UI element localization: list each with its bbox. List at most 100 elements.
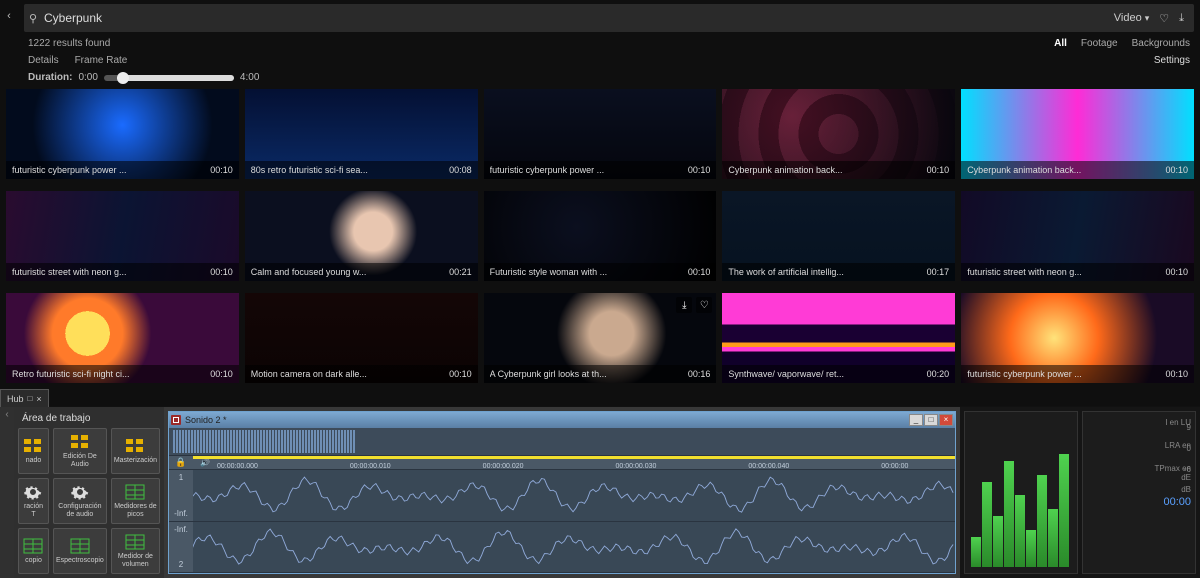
- result-card[interactable]: 80s retro futuristic sci-fi sea... 00:08: [245, 89, 478, 179]
- result-card[interactable]: Synthwave/ vaporwave/ ret...00:20: [722, 293, 955, 383]
- card-caption: Motion camera on dark alle...00:10: [245, 365, 478, 383]
- card-caption: 80s retro futuristic sci-fi sea... 00:08: [245, 161, 478, 179]
- card-title: futuristic street with neon g...: [12, 267, 127, 277]
- audio-window-titlebar[interactable]: Sonido 2 * _ □ ×: [169, 412, 955, 428]
- card-heart-icon[interactable]: ♡: [696, 297, 712, 313]
- hub-tab[interactable]: Hub □ ×: [0, 389, 49, 407]
- card-duration: 00:10: [210, 165, 233, 175]
- track-1-header[interactable]: 1 -Inf.: [169, 470, 193, 521]
- filter-footage[interactable]: Footage: [1081, 38, 1118, 49]
- search-icon: ⚲: [24, 12, 42, 25]
- settings-link[interactable]: Settings: [1154, 55, 1190, 66]
- card-duration: 00:10: [927, 165, 950, 175]
- meter-bar: [971, 537, 981, 567]
- selection-bar[interactable]: [193, 456, 955, 459]
- card-duration: 00:10: [210, 267, 233, 277]
- meter-bar: [993, 516, 1003, 567]
- speaker-icon[interactable]: 🔊: [193, 458, 217, 467]
- media-type-dropdown[interactable]: Video▾: [1114, 12, 1149, 24]
- workspace-button[interactable]: copio: [18, 528, 49, 574]
- app-badge-icon: [171, 415, 181, 425]
- ruler-tick: 00:00:00: [881, 463, 908, 470]
- workspace-button-label: Masterización: [114, 457, 157, 465]
- ruler-tick: 00:00:00.020: [483, 463, 524, 470]
- result-card[interactable]: futuristic cyberpunk power ... 00:10: [6, 89, 239, 179]
- card-title: futuristic cyberpunk power ...: [12, 165, 127, 175]
- result-card[interactable]: ⤓♡A Cyberpunk girl looks at th...00:16: [484, 293, 717, 383]
- workspace-button-label: Medidores de picos: [114, 503, 157, 518]
- result-card[interactable]: Retro futuristic sci-fi night ci...00:10: [6, 293, 239, 383]
- track-2-header[interactable]: -Inf. 2: [169, 522, 193, 573]
- nav-back-button[interactable]: ‹: [0, 10, 18, 22]
- workspace-title: Área de trabajo: [18, 411, 160, 428]
- tab-framerate[interactable]: Frame Rate: [75, 55, 128, 66]
- duration-slider[interactable]: [104, 75, 234, 81]
- card-title: Calm and focused young w...: [251, 267, 367, 277]
- card-caption: Cyberpunk animation back... 00:10: [961, 161, 1194, 179]
- tab-details[interactable]: Details: [28, 55, 59, 66]
- waveform-overview[interactable]: [169, 428, 955, 456]
- card-caption: The work of artificial intellig...00:17: [722, 263, 955, 281]
- track-1-waveform[interactable]: [193, 470, 955, 521]
- meter-bar: [1059, 454, 1069, 567]
- workspace-button[interactable]: Masterización: [111, 428, 160, 474]
- table-g-icon: [125, 483, 145, 501]
- card-caption: futuristic cyberpunk power ...00:10: [484, 161, 717, 179]
- ruler-tick: 00:00:00.000: [217, 463, 258, 470]
- window-close-button[interactable]: ×: [939, 414, 953, 426]
- filter-all[interactable]: All: [1054, 38, 1067, 49]
- filter-backgrounds[interactable]: Backgrounds: [1132, 38, 1190, 49]
- card-download-icon[interactable]: ⤓: [676, 297, 692, 313]
- track-2-waveform[interactable]: [193, 522, 955, 573]
- card-title: Cyberpunk animation back...: [728, 165, 842, 175]
- card-duration: 00:10: [688, 165, 711, 175]
- download-icon[interactable]: ⤓: [1179, 12, 1184, 25]
- workspace-button-label: copio: [25, 557, 42, 565]
- search-input[interactable]: [42, 7, 1104, 29]
- result-card[interactable]: Cyberpunk animation back... 00:10: [722, 89, 955, 179]
- result-card[interactable]: Calm and focused young w...00:21: [245, 191, 478, 281]
- card-title: 80s retro futuristic sci-fi sea...: [251, 165, 368, 175]
- grid-y-icon: [70, 433, 90, 451]
- result-card[interactable]: Futuristic style woman with ...00:10: [484, 191, 717, 281]
- workspace-button[interactable]: ración T: [18, 478, 49, 524]
- duration-label: Duration:: [28, 72, 72, 83]
- table-g-icon: [23, 537, 43, 555]
- result-card[interactable]: Cyberpunk animation back... 00:10: [961, 89, 1194, 179]
- workspace-panel: Área de trabajo nado Edición De Audio Mast…: [14, 407, 164, 578]
- grid-y-icon: [125, 437, 145, 455]
- result-card[interactable]: futuristic street with neon g... 00:10: [6, 191, 239, 281]
- loudness-readout: 9 0 -6 dB I en LU LRA en TPmax en dE 00:…: [1082, 411, 1196, 574]
- window-maximize-button[interactable]: □: [924, 414, 938, 426]
- card-duration: 00:10: [1165, 369, 1188, 379]
- workspace-button[interactable]: Edición De Audio: [53, 428, 107, 474]
- card-caption: Futuristic style woman with ...00:10: [484, 263, 717, 281]
- result-card[interactable]: futuristic cyberpunk power ...00:10: [961, 293, 1194, 383]
- workspace-scroll-left[interactable]: ‹: [0, 407, 14, 578]
- workspace-button[interactable]: Configuración de audio: [53, 478, 107, 524]
- lock-icon[interactable]: 🔒: [169, 457, 193, 468]
- workspace-button[interactable]: Medidores de picos: [111, 478, 160, 524]
- favorites-icon[interactable]: ♡: [1159, 12, 1169, 25]
- result-card[interactable]: futuristic cyberpunk power ...00:10: [484, 89, 717, 179]
- workspace-button[interactable]: nado: [18, 428, 49, 474]
- gear-icon: [70, 483, 90, 501]
- card-title: Cyberpunk animation back...: [967, 165, 1081, 175]
- workspace-button[interactable]: Espectroscopio: [53, 528, 107, 574]
- workspace-button-label: nado: [26, 457, 42, 465]
- search-bar: ⚲ Video▾ ♡ ⤓: [24, 4, 1194, 32]
- card-caption: futuristic cyberpunk power ... 00:10: [6, 161, 239, 179]
- result-card[interactable]: The work of artificial intellig...00:17: [722, 191, 955, 281]
- card-title: Motion camera on dark alle...: [251, 369, 367, 379]
- card-duration: 00:17: [927, 267, 950, 277]
- card-duration: 00:08: [449, 165, 472, 175]
- result-card[interactable]: Motion camera on dark alle...00:10: [245, 293, 478, 383]
- card-caption: Calm and focused young w...00:21: [245, 263, 478, 281]
- card-caption: futuristic street with neon g...00:10: [961, 263, 1194, 281]
- window-minimize-button[interactable]: _: [909, 414, 923, 426]
- result-card[interactable]: futuristic street with neon g...00:10: [961, 191, 1194, 281]
- ruler-tick: 00:00:00.040: [748, 463, 789, 470]
- workspace-button[interactable]: Medidor de volumen: [111, 528, 160, 574]
- card-duration: 00:10: [1165, 165, 1188, 175]
- meter-bar: [1048, 509, 1058, 567]
